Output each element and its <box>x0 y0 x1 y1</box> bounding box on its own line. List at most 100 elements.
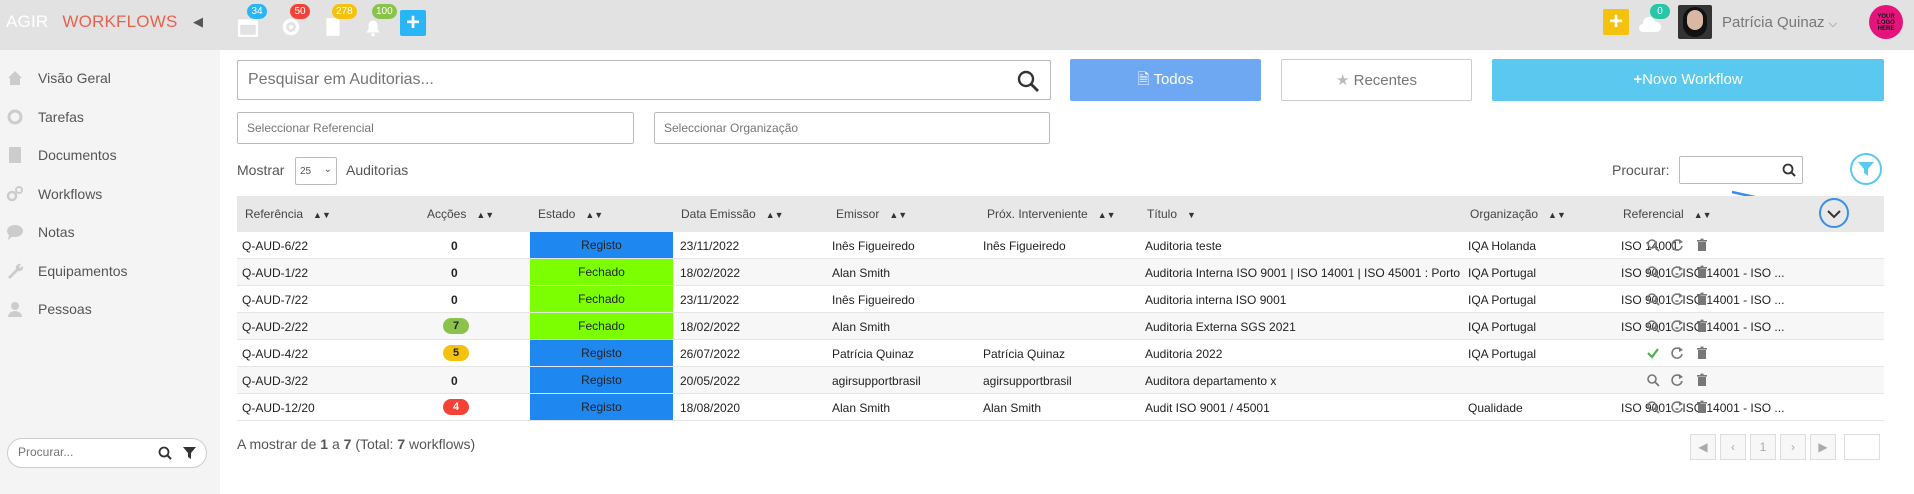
avatar[interactable] <box>1678 5 1712 39</box>
page-jump-input[interactable] <box>1844 434 1880 460</box>
header-titulo[interactable]: Título ▼ <box>1147 207 1196 221</box>
trash-icon[interactable] <box>1695 400 1709 414</box>
accoes-count[interactable]: 4 <box>443 399 469 415</box>
user-menu[interactable]: Patrícia Quinaz ⌵ <box>1722 14 1837 31</box>
sidebar-item-documentos[interactable]: Documentos <box>6 141 117 169</box>
refresh-icon[interactable] <box>1670 292 1684 306</box>
check-icon[interactable] <box>1646 346 1660 360</box>
quick-add-button[interactable]: + <box>400 10 426 36</box>
chat-icon <box>7 225 23 240</box>
search-icon <box>1782 163 1796 177</box>
company-logo: YOUR LOGO HERE <box>1869 5 1903 39</box>
sidebar-item-equipamentos[interactable]: Equipamentos <box>6 257 128 285</box>
sidebar-item-notas[interactable]: Notas <box>6 218 75 246</box>
sidebar-item-visao-geral[interactable]: Visão Geral <box>6 64 111 92</box>
table-row[interactable]: Q-AUD-2/22 7 Fechado 18/02/2022 Alan Smith Au… <box>237 313 1884 340</box>
star-icon: ★ <box>1336 72 1350 89</box>
collapse-sidebar-icon[interactable]: ◀ <box>193 14 203 30</box>
auditorias-label: Auditorias <box>346 162 409 178</box>
cell-referencia[interactable]: Q-AUD-2/22 <box>242 320 308 334</box>
sidebar-item-label: Notas <box>38 224 75 240</box>
header-emissor[interactable]: Emissor ▲▼ <box>836 207 907 221</box>
refresh-icon[interactable] <box>1670 265 1684 279</box>
tasks-notifications[interactable]: 50 <box>278 4 310 36</box>
cell-referencia[interactable]: Q-AUD-7/22 <box>242 293 308 307</box>
accoes-count[interactable]: 7 <box>443 318 469 334</box>
cell-prox-interveniente: Alan Smith <box>983 401 1042 415</box>
cell-data-emissao: 18/02/2022 <box>680 320 741 334</box>
search-icon[interactable] <box>158 446 172 460</box>
refresh-icon[interactable] <box>1670 319 1684 333</box>
cell-referencia[interactable]: Q-AUD-3/22 <box>242 374 308 388</box>
filter-icon[interactable] <box>183 447 196 460</box>
view-icon[interactable] <box>1646 400 1660 414</box>
header-data-emissao[interactable]: Data Emissão ▲▼ <box>681 207 784 221</box>
next-page-button[interactable]: › <box>1780 434 1806 460</box>
calendar-notifications[interactable]: 34 <box>235 4 267 37</box>
table-row[interactable]: Q-AUD-1/22 0 Fechado 18/02/2022 Alan Smith Au… <box>237 259 1884 286</box>
trash-icon[interactable] <box>1695 319 1709 333</box>
app-brand[interactable]: AGIR WORKFLOWS <box>6 12 178 32</box>
sidebar-item-workflows[interactable]: Workflows <box>6 180 102 208</box>
referencial-select[interactable] <box>247 121 497 135</box>
trash-icon[interactable] <box>1695 265 1709 279</box>
accoes-count: 0 <box>451 293 458 307</box>
advanced-filter-button[interactable] <box>1850 153 1882 185</box>
header-prox-interveniente[interactable]: Próx. Interveniente ▲▼ <box>987 207 1116 221</box>
alerts-notifications[interactable]: 100 <box>360 4 397 37</box>
page-number[interactable]: 1 <box>1750 434 1776 460</box>
trash-icon[interactable] <box>1695 292 1709 306</box>
accoes-count[interactable]: 5 <box>443 345 469 361</box>
last-page-button[interactable]: ▶ <box>1810 434 1836 460</box>
sidebar-item-pessoas[interactable]: Pessoas <box>6 295 92 323</box>
table-row[interactable]: Q-AUD-12/20 4 Registo 18/08/2020 Alan Smith A… <box>237 394 1884 421</box>
header-referencial[interactable]: Referencial ▲▼ <box>1623 207 1712 221</box>
cell-referencia[interactable]: Q-AUD-12/20 <box>242 401 315 415</box>
table-row[interactable]: Q-AUD-3/22 0 Registo 20/05/2022 agirsupportb… <box>237 367 1884 394</box>
cell-organizacao: IQA Portugal <box>1468 320 1537 334</box>
recentes-button[interactable]: ★ Recentes <box>1281 59 1472 101</box>
header-referencia[interactable]: Referência ▲▼ <box>245 207 331 221</box>
expand-columns-button[interactable] <box>1819 198 1849 228</box>
cell-referencia[interactable]: Q-AUD-6/22 <box>242 239 308 253</box>
first-page-button[interactable]: ◀ <box>1690 434 1716 460</box>
mostrar-label: Mostrar <box>237 162 285 178</box>
sidebar-search-input[interactable] <box>18 445 138 459</box>
header-estado[interactable]: Estado ▲▼ <box>538 207 603 221</box>
prev-page-button[interactable]: ‹ <box>1720 434 1746 460</box>
header-organizacao[interactable]: Organização ▲▼ <box>1470 207 1566 221</box>
trash-icon[interactable] <box>1695 238 1709 252</box>
todos-button[interactable]: 🗎 Todos <box>1070 59 1261 101</box>
refresh-icon[interactable] <box>1670 373 1684 387</box>
view-icon[interactable] <box>1646 292 1660 306</box>
search-icon[interactable] <box>1016 69 1040 93</box>
view-icon[interactable] <box>1646 319 1660 333</box>
table-search-input[interactable] <box>1679 156 1803 184</box>
table-row[interactable]: Q-AUD-6/22 0 Registo 23/11/2022 Inês Figueir… <box>237 232 1884 259</box>
page-size-select[interactable]: 25 ⌄ <box>295 157 337 185</box>
sidebar-item-tarefas[interactable]: Tarefas <box>6 103 84 131</box>
cell-referencia[interactable]: Q-AUD-1/22 <box>242 266 308 280</box>
documents-notifications[interactable]: 278 <box>320 4 357 36</box>
add-button[interactable]: + <box>1603 9 1629 35</box>
refresh-icon[interactable] <box>1670 346 1684 360</box>
organizacao-filter <box>654 112 1050 144</box>
refresh-icon[interactable] <box>1670 238 1684 252</box>
inbox-notifications[interactable]: 0 <box>1638 4 1670 34</box>
trash-icon[interactable] <box>1695 346 1709 360</box>
view-icon[interactable] <box>1646 238 1660 252</box>
cell-referencia[interactable]: Q-AUD-4/22 <box>242 347 308 361</box>
novo-workflow-button[interactable]: +Novo Workflow <box>1492 59 1884 101</box>
organizacao-select[interactable] <box>664 121 914 135</box>
view-icon[interactable] <box>1646 265 1660 279</box>
header-accoes[interactable]: Acções ▲▼ <box>427 207 494 221</box>
audit-search-input[interactable] <box>248 71 988 89</box>
view-icon[interactable] <box>1646 373 1660 387</box>
table-row[interactable]: Q-AUD-7/22 0 Fechado 23/11/2022 Inês Figueir… <box>237 286 1884 313</box>
trash-icon[interactable] <box>1695 373 1709 387</box>
refresh-icon[interactable] <box>1670 400 1684 414</box>
sidebar-item-label: Workflows <box>38 186 103 202</box>
table-row[interactable]: Q-AUD-4/22 5 Registo 26/07/2022 Patrícia Qui… <box>237 340 1884 367</box>
document-icon <box>326 18 340 36</box>
cell-data-emissao: 23/11/2022 <box>680 239 740 253</box>
